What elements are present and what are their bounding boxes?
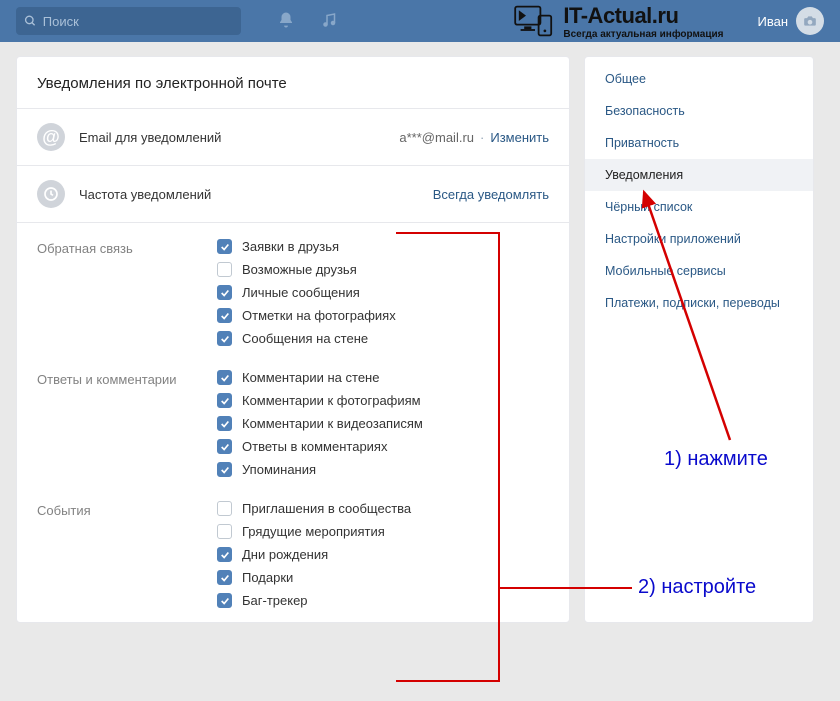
group-options: Комментарии на стене Комментарии к фотогр… <box>217 370 423 477</box>
at-icon: @ <box>37 123 65 151</box>
annotation-arrow <box>636 186 736 446</box>
camera-icon <box>803 14 817 28</box>
group-label: Ответы и комментарии <box>37 370 217 477</box>
sidebar-item[interactable]: Приватность <box>585 127 813 159</box>
checkbox-label: Возможные друзья <box>242 262 357 277</box>
separator-dot: · <box>480 130 484 145</box>
checkbox-label: Комментарии на стене <box>242 370 379 385</box>
checkbox[interactable] <box>217 524 232 539</box>
checkbox-row[interactable]: Грядущие мероприятия <box>217 524 411 539</box>
checkbox-row[interactable]: Отметки на фотографиях <box>217 308 396 323</box>
frequency-row: Частота уведомлений Всегда уведомлять <box>17 165 569 222</box>
checkbox-label: Сообщения на стене <box>242 331 368 346</box>
checkbox-row[interactable]: Личные сообщения <box>217 285 396 300</box>
search-input[interactable] <box>43 14 233 29</box>
checkbox[interactable] <box>217 501 232 516</box>
email-row: @ Email для уведомлений a***@mail.ru · И… <box>17 108 569 165</box>
checkbox[interactable] <box>217 439 232 454</box>
monitor-icon <box>513 3 557 39</box>
email-label: Email для уведомлений <box>79 130 221 145</box>
sidebar-item[interactable]: Безопасность <box>585 95 813 127</box>
group-options: Приглашения в сообщества Грядущие меропри… <box>217 501 411 608</box>
page-title: Уведомления по электронной почте <box>17 57 569 108</box>
checkbox-label: Отметки на фотографиях <box>242 308 396 323</box>
logo-subtitle: Всегда актуальная информация <box>563 29 723 40</box>
checkbox-label: Комментарии к фотографиям <box>242 393 421 408</box>
checkbox[interactable] <box>217 331 232 346</box>
checkbox[interactable] <box>217 547 232 562</box>
top-icons <box>277 11 339 32</box>
checkbox-row[interactable]: Ответы в комментариях <box>217 439 423 454</box>
checkbox-label: Упоминания <box>242 462 316 477</box>
checkbox-label: Приглашения в сообщества <box>242 501 411 516</box>
search-icon <box>24 14 37 28</box>
change-email-link[interactable]: Изменить <box>490 130 549 145</box>
logo-title: IT-Actual.ru <box>563 3 723 29</box>
frequency-label: Частота уведомлений <box>79 187 211 202</box>
checkbox-label: Личные сообщения <box>242 285 360 300</box>
annotation-bracket-tail <box>500 587 632 589</box>
group-label: Обратная связь <box>37 239 217 346</box>
group-options: Заявки в друзья Возможные друзья Личные со… <box>217 239 396 346</box>
frequency-value[interactable]: Всегда уведомлять <box>433 187 549 202</box>
music-icon[interactable] <box>321 11 339 32</box>
topbar: IT-Actual.ru Всегда актуальная информаци… <box>0 0 840 42</box>
annotation-bracket <box>396 232 500 682</box>
checkbox-row[interactable]: Комментарии на стене <box>217 370 423 385</box>
checkbox-row[interactable]: Заявки в друзья <box>217 239 396 254</box>
checkbox-row[interactable]: Баг-трекер <box>217 593 411 608</box>
checkbox-row[interactable]: Возможные друзья <box>217 262 396 277</box>
checkbox-row[interactable]: Комментарии к фотографиям <box>217 393 423 408</box>
checkbox-row[interactable]: Комментарии к видеозаписям <box>217 416 423 431</box>
checkbox-row[interactable]: Дни рождения <box>217 547 411 562</box>
bell-icon[interactable] <box>277 11 295 32</box>
checkbox-label: Грядущие мероприятия <box>242 524 385 539</box>
checkbox-label: Дни рождения <box>242 547 328 562</box>
user-name: Иван <box>757 14 788 29</box>
checkbox[interactable] <box>217 239 232 254</box>
checkbox[interactable] <box>217 416 232 431</box>
user-block[interactable]: Иван <box>757 7 824 35</box>
checkbox-row[interactable]: Упоминания <box>217 462 423 477</box>
checkbox-label: Подарки <box>242 570 293 585</box>
checkbox[interactable] <box>217 570 232 585</box>
checkbox[interactable] <box>217 262 232 277</box>
sidebar-item[interactable]: Общее <box>585 63 813 95</box>
checkbox[interactable] <box>217 393 232 408</box>
email-value: a***@mail.ru <box>399 130 474 145</box>
checkbox-label: Баг-трекер <box>242 593 308 608</box>
checkbox-row[interactable]: Приглашения в сообщества <box>217 501 411 516</box>
checkbox[interactable] <box>217 370 232 385</box>
checkbox[interactable] <box>217 593 232 608</box>
checkbox-label: Ответы в комментариях <box>242 439 387 454</box>
search-field[interactable] <box>16 7 241 35</box>
group-label: События <box>37 501 217 608</box>
checkbox[interactable] <box>217 462 232 477</box>
checkbox-label: Заявки в друзья <box>242 239 339 254</box>
checkbox[interactable] <box>217 308 232 323</box>
site-watermark: IT-Actual.ru Всегда актуальная информаци… <box>513 3 723 40</box>
checkbox-row[interactable]: Сообщения на стене <box>217 331 396 346</box>
checkbox[interactable] <box>217 285 232 300</box>
avatar <box>796 7 824 35</box>
clock-icon <box>37 180 65 208</box>
checkbox-row[interactable]: Подарки <box>217 570 411 585</box>
